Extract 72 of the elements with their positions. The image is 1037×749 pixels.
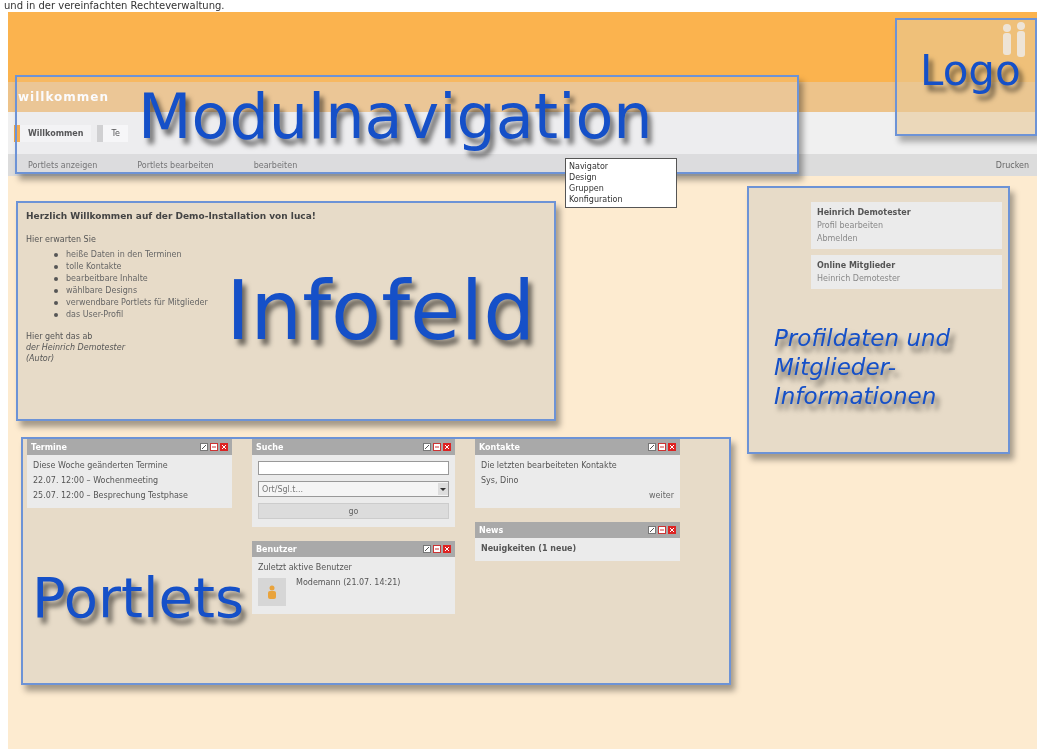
close-icon[interactable]: [668, 526, 676, 534]
subnav-link[interactable]: bearbeiten: [253, 160, 298, 170]
bullet-icon: [54, 265, 58, 269]
minimize-icon[interactable]: [210, 443, 218, 451]
edit-icon[interactable]: [423, 545, 431, 553]
bullet-icon: [54, 301, 58, 305]
menu-item[interactable]: Design: [569, 172, 673, 183]
minimize-icon[interactable]: [433, 443, 441, 451]
intro-text: Hier erwarten Sie: [26, 235, 97, 244]
close-icon[interactable]: [220, 443, 228, 451]
outro-text: Hier geht das ab: [26, 332, 94, 341]
close-icon[interactable]: [443, 545, 451, 553]
author-role: (Autor): [26, 354, 56, 363]
portlet-title: Benutzer: [256, 544, 298, 554]
module-tab[interactable]: Te: [97, 124, 128, 142]
portlet-text: Neuigkeiten (1 neue): [481, 544, 578, 553]
date-entry: 22.07. 12:00 – Wochenmeeting: [33, 476, 160, 485]
annotation-label: Infofeld: [226, 262, 536, 360]
more-link[interactable]: weiter: [648, 491, 674, 500]
author-name: der Heinrich Demotester: [26, 343, 127, 352]
bullet-icon: [54, 289, 58, 293]
portlet-title: Termine: [31, 442, 68, 452]
bullet-item: bearbeitbare Inhalte: [66, 274, 148, 284]
subnav-link[interactable]: Portlets bearbeiten: [137, 160, 214, 170]
portlet-title: News: [479, 525, 505, 535]
print-link[interactable]: Drucken: [995, 160, 1029, 170]
profile-link[interactable]: Abmelden: [817, 234, 996, 243]
page-title: willkommen: [18, 90, 110, 104]
members-title: Online Mitglieder: [817, 261, 897, 270]
close-icon[interactable]: [668, 443, 676, 451]
profile-link[interactable]: Profil bearbeiten: [817, 221, 996, 230]
minimize-icon[interactable]: [658, 443, 666, 451]
portlet-title: Suche: [256, 442, 285, 452]
menu-item[interactable]: Gruppen: [569, 183, 673, 194]
bullet-item: heiße Daten in den Terminen: [66, 250, 182, 260]
edit-icon[interactable]: [648, 526, 656, 534]
member-link[interactable]: Heinrich Demotester: [817, 274, 996, 283]
portlet-text: Diese Woche geänderten Termine: [33, 461, 169, 470]
edit-icon[interactable]: [423, 443, 431, 451]
bullet-icon: [54, 253, 58, 257]
portlet-title: Kontakte: [479, 442, 522, 452]
portlet-text: Die letzten bearbeiteten Kontakte: [481, 461, 618, 470]
portlet-text: Zuletzt aktive Benutzer: [258, 563, 353, 572]
minimize-icon[interactable]: [658, 526, 666, 534]
category-select[interactable]: Ort/Sgl.t...: [258, 481, 449, 497]
annotation-label: Logo: [920, 46, 1021, 97]
person-icon: [267, 585, 277, 599]
welcome-heading: Herzlich Willkommen auf der Demo-Installation von luca!: [26, 211, 317, 221]
go-button[interactable]: go: [258, 503, 449, 519]
contact-entry: Sys, Dino: [481, 476, 520, 485]
bullet-icon: [54, 313, 58, 317]
annotation-label: Profildaten und Mitglieder-Informationen: [774, 324, 952, 411]
menu-item[interactable]: Navigator: [569, 161, 673, 172]
menu-item[interactable]: Konfiguration: [569, 194, 673, 205]
bullet-icon: [54, 277, 58, 281]
user-entry: Modemann (21.07. 14:21): [296, 578, 401, 587]
search-field[interactable]: [258, 461, 449, 475]
edit-icon[interactable]: [648, 443, 656, 451]
minimize-icon[interactable]: [433, 545, 441, 553]
bullet-item: das User-Profil: [66, 310, 124, 320]
bullet-item: tolle Kontakte: [66, 262, 122, 272]
module-tab[interactable]: Willkommen: [14, 124, 92, 142]
annotation-label: Modulnavigation: [138, 80, 653, 155]
close-icon[interactable]: [443, 443, 451, 451]
caption-text: und in der vereinfachten Rechteverwaltung.: [4, 0, 225, 12]
subnav-link[interactable]: Portlets anzeigen: [28, 160, 98, 170]
profile-name: Heinrich Demotester: [817, 208, 912, 217]
date-entry: 25.07. 12:00 – Besprechung Testphase: [33, 491, 189, 500]
edit-icon[interactable]: [200, 443, 208, 451]
bullet-item: wählbare Designs: [66, 286, 138, 296]
annotation-label: Portlets: [32, 564, 245, 632]
bullet-item: verwendbare Portlets für Mitglieder: [66, 298, 208, 308]
